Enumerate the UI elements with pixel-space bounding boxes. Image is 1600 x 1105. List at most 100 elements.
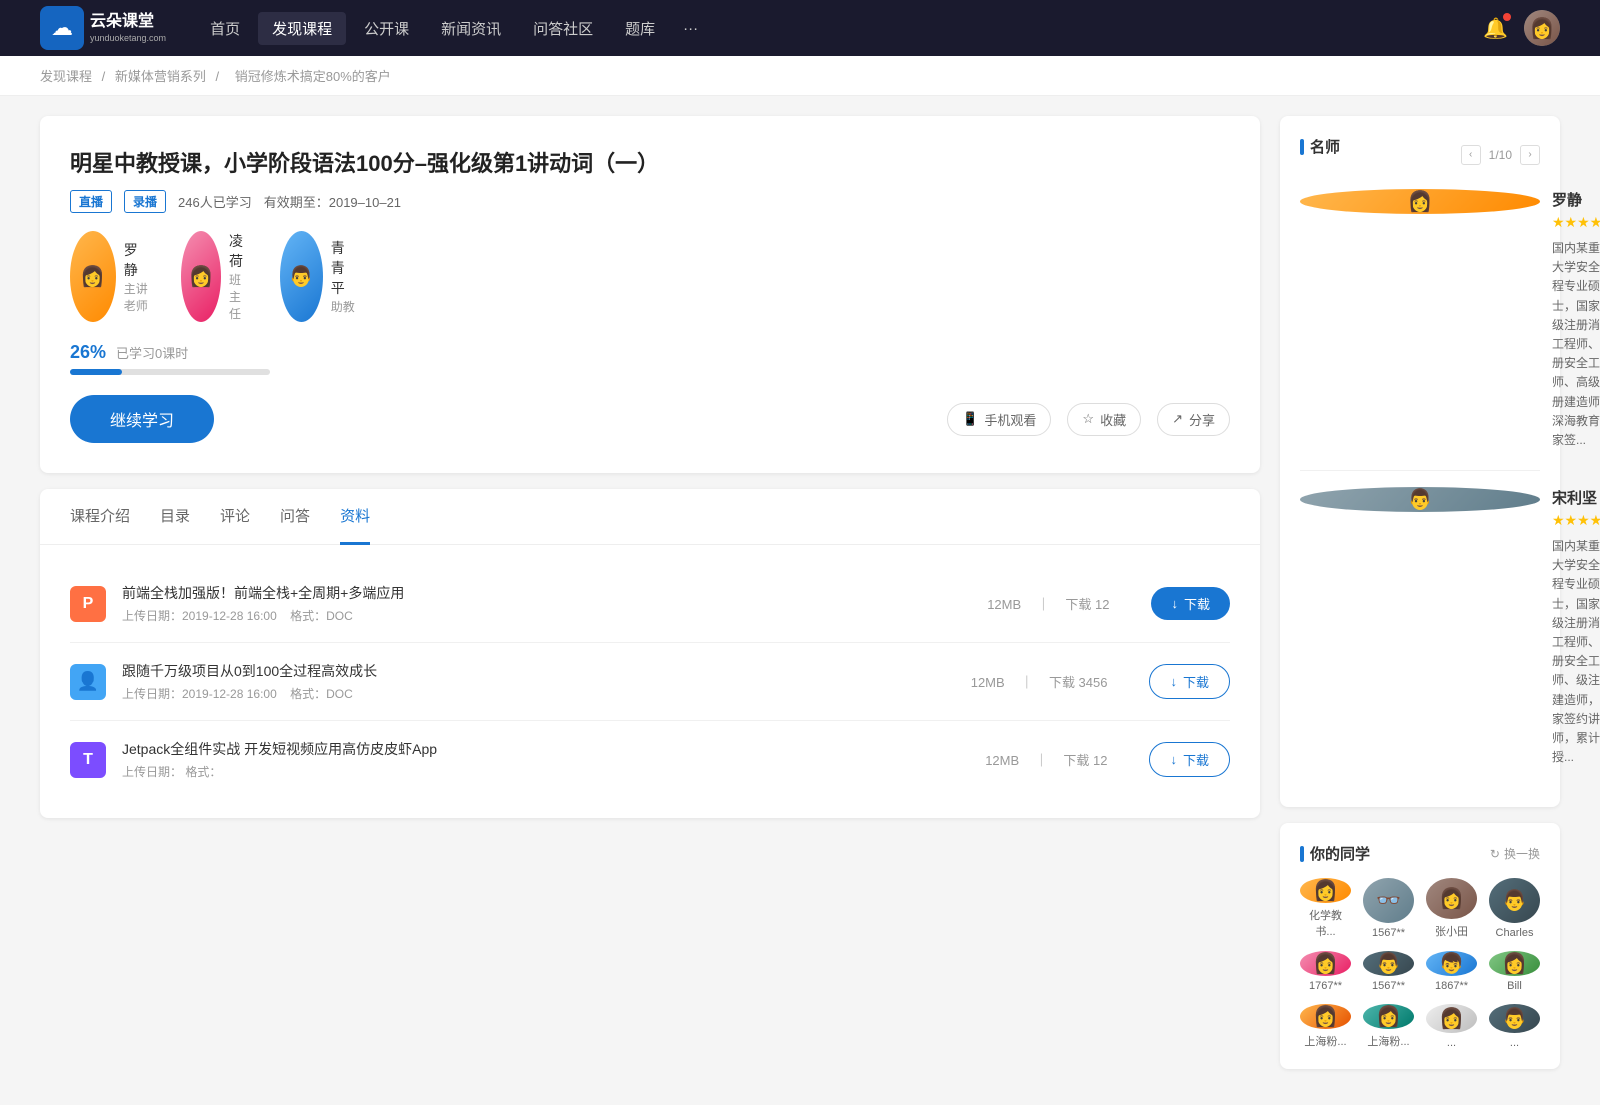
collect-btn[interactable]: ☆ 收藏: [1067, 403, 1141, 436]
resource-meta-1: 上传日期：2019-12-28 16:00 格式：DOC: [122, 685, 949, 702]
nav-more[interactable]: ···: [673, 14, 708, 43]
classmate-avatar-9: 👩: [1363, 1004, 1414, 1029]
resource-stats-1: 12MB ｜ 下载 3456: [965, 672, 1114, 691]
instructor-avatar-0: 👩: [70, 231, 116, 322]
resource-item-1: 👤 跟随千万级项目从0到100全过程高效成长 上传日期：2019-12-28 1…: [70, 643, 1230, 721]
refresh-btn[interactable]: ↻ 换一换: [1490, 845, 1540, 862]
tab-review[interactable]: 评论: [220, 489, 250, 545]
teachers-prev[interactable]: ‹: [1461, 145, 1481, 165]
teacher-name-1: 宋利坚: [1552, 487, 1600, 508]
course-meta: 直播 录播 246人已学习 有效期至：2019–10–21: [70, 190, 1230, 213]
instructor-avatar-1: 👩: [181, 231, 221, 322]
nav-news[interactable]: 新闻资讯: [427, 12, 515, 45]
tab-qa[interactable]: 问答: [280, 489, 310, 545]
classmate-name-3: Charles: [1496, 927, 1534, 939]
tabs-header: 课程介绍 目录 评论 问答 资料: [40, 489, 1260, 545]
content-right: 名师 ‹ 1/10 › 👩 罗静 ★★★★☆ 国内某重点大学安全工程专业硕士，国…: [1280, 116, 1560, 1085]
mobile-watch-btn[interactable]: 📱 手机观看: [947, 403, 1051, 436]
progress-bar-fill: [70, 369, 122, 375]
nav-open[interactable]: 公开课: [350, 12, 423, 45]
nav-right: 🔔 👩: [1483, 10, 1560, 46]
course-title: 明星中教授课，小学阶段语法100分–强化级第1讲动词（一）: [70, 146, 1230, 178]
teacher-item-0: 👩 罗静 ★★★★☆ 国内某重点大学安全工程专业硕士，国家一级注册消防工程师、注…: [1300, 189, 1540, 450]
share-btn[interactable]: ↗ 分享: [1157, 403, 1230, 436]
notification-bell[interactable]: 🔔: [1483, 16, 1508, 41]
content-left: 明星中教授课，小学阶段语法100分–强化级第1讲动词（一） 直播 录播 246人…: [40, 116, 1260, 1085]
course-actions: 继续学习 📱 手机观看 ☆ 收藏 ↗ 分享: [70, 395, 1230, 443]
instructor-avatar-2: 👨: [280, 231, 323, 322]
teachers-next[interactable]: ›: [1520, 145, 1540, 165]
logo-text: 云朵课堂 yunduoketang.com: [90, 12, 166, 44]
breadcrumb-current: 销冠修炼术搞定80%的客户: [235, 69, 391, 84]
resource-icon-2: T: [70, 742, 106, 778]
student-count: 246人已学习: [178, 192, 252, 211]
classmate-4[interactable]: 👩 1767**: [1300, 951, 1351, 992]
teacher-item-1: 👨 宋利坚 ★★★★☆ 国内某重点大学安全工程专业硕士，国家一级注册消防工程师、…: [1300, 487, 1540, 767]
tabs-content: P 前端全栈加强版！前端全栈+全周期+多端应用 上传日期：2019-12-28 …: [40, 545, 1260, 818]
logo-icon: ☁: [51, 15, 73, 41]
course-card: 明星中教授课，小学阶段语法100分–强化级第1讲动词（一） 直播 录播 246人…: [40, 116, 1260, 473]
classmate-avatar-7: 👩: [1489, 951, 1540, 976]
teacher-stars-0: ★★★★☆: [1552, 214, 1600, 231]
tab-material[interactable]: 资料: [340, 489, 370, 545]
classmate-avatar-8: 👩: [1300, 1004, 1351, 1029]
classmate-name-2: 张小田: [1435, 923, 1468, 939]
nav-discover[interactable]: 发现课程: [258, 12, 346, 45]
tab-catalog[interactable]: 目录: [160, 489, 190, 545]
teacher-desc-0: 国内某重点大学安全工程专业硕士，国家一级注册消防工程师、注册安全工程师、高级注册…: [1552, 239, 1600, 450]
refresh-icon: ↻: [1490, 847, 1500, 861]
continue-button[interactable]: 继续学习: [70, 395, 214, 443]
nav-qa[interactable]: 问答社区: [519, 12, 607, 45]
resource-icon-0: P: [70, 586, 106, 622]
classmate-avatar-6: 👦: [1426, 951, 1477, 976]
nav-quiz[interactable]: 题库: [611, 12, 669, 45]
tab-intro[interactable]: 课程介绍: [70, 489, 130, 545]
resource-icon-1: 👤: [70, 664, 106, 700]
badge-live: 直播: [70, 190, 112, 213]
download-icon-0: ↓: [1171, 596, 1178, 611]
teacher-name-0: 罗静: [1552, 189, 1600, 210]
validity: 有效期至：2019–10–21: [264, 192, 401, 211]
user-avatar-img: 👩: [1524, 10, 1560, 46]
nav-home[interactable]: 首页: [196, 12, 254, 45]
classmate-1[interactable]: 👓 1567**: [1363, 878, 1414, 939]
download-btn-2[interactable]: ↓ 下载: [1149, 742, 1230, 777]
classmate-0[interactable]: 👩 化学教书...: [1300, 878, 1351, 939]
classmate-8[interactable]: 👩 上海粉...: [1300, 1004, 1351, 1049]
classmate-7[interactable]: 👩 Bill: [1489, 951, 1540, 992]
breadcrumb-discover[interactable]: 发现课程: [40, 69, 92, 84]
instructor-1: 👩 凌荷 班主任: [181, 231, 250, 322]
breadcrumb-series[interactable]: 新媒体营销系列: [115, 69, 206, 84]
teacher-stars-1: ★★★★☆: [1552, 512, 1600, 529]
resource-name-0: 前端全栈加强版！前端全栈+全周期+多端应用: [122, 583, 965, 603]
user-avatar[interactable]: 👩: [1524, 10, 1560, 46]
star-icon: ☆: [1082, 411, 1094, 427]
classmate-2[interactable]: 👩 张小田: [1426, 878, 1477, 939]
classmate-6[interactable]: 👦 1867**: [1426, 951, 1477, 992]
teacher-divider: [1300, 470, 1540, 471]
classmate-name-4: 1767**: [1309, 980, 1342, 992]
teachers-pagination: 1/10: [1489, 148, 1512, 162]
course-tabs-card: 课程介绍 目录 评论 问答 资料 P 前端全栈加强版！前端全栈+全周期+多端应用…: [40, 489, 1260, 818]
notification-badge: [1503, 13, 1511, 21]
resource-name-2: Jetpack全组件实战 开发短视频应用高仿皮皮虾App: [122, 739, 963, 759]
instructor-2: 👨 青青平 助教: [280, 231, 355, 322]
classmate-name-9: 上海粉...: [1367, 1033, 1409, 1049]
teacher-desc-1: 国内某重点大学安全工程专业硕士，国家一级注册消防工程师、注册安全工程师、级注册建…: [1552, 537, 1600, 767]
classmate-10[interactable]: 👩 ...: [1426, 1004, 1477, 1049]
download-btn-0[interactable]: ↓ 下载: [1151, 587, 1230, 620]
classmate-avatar-0: 👩: [1300, 878, 1351, 903]
logo[interactable]: ☁ 云朵课堂 yunduoketang.com: [40, 6, 166, 50]
download-btn-1[interactable]: ↓ 下载: [1149, 664, 1230, 699]
classmate-3[interactable]: 👨 Charles: [1489, 878, 1540, 939]
badge-record: 录播: [124, 190, 166, 213]
classmate-11[interactable]: 👨 ...: [1489, 1004, 1540, 1049]
classmates-card: 你的同学 ↻ 换一换 👩 化学教书... 👓 1567** 👩 张小田: [1280, 823, 1560, 1069]
instructors: 👩 罗静 主讲老师 👩 凌荷 班主任 👨 青青平: [70, 231, 1230, 322]
classmate-9[interactable]: 👩 上海粉...: [1363, 1004, 1414, 1049]
classmate-avatar-11: 👨: [1489, 1004, 1540, 1033]
nav-items: 首页 发现课程 公开课 新闻资讯 问答社区 题库 ···: [196, 12, 1483, 45]
classmate-5[interactable]: 👨 1567**: [1363, 951, 1414, 992]
classmate-name-7: Bill: [1507, 980, 1522, 992]
breadcrumb: 发现课程 / 新媒体营销系列 / 销冠修炼术搞定80%的客户: [0, 56, 1600, 96]
